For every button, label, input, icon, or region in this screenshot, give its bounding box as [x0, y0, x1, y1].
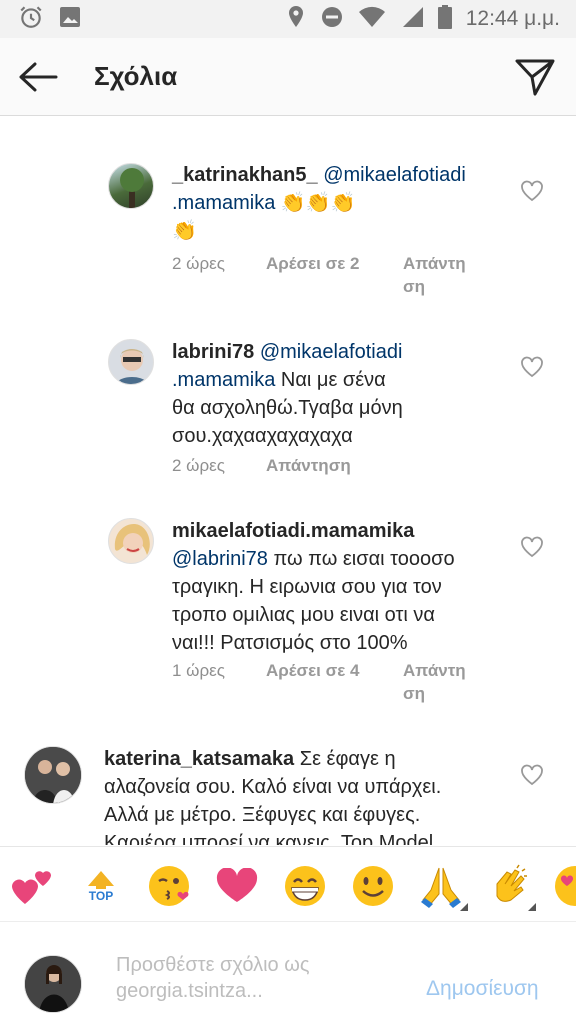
app-header: Σχόλια: [0, 38, 576, 116]
comment-text: Ναι με σένα: [280, 369, 386, 391]
current-user-avatar: [24, 955, 82, 1013]
back-arrow-icon: [19, 62, 58, 91]
comment-text: Σε έφαγε η: [299, 748, 396, 770]
comment-text-line: αλαζονεία σου. Καλό είναι να υπάρχει.: [104, 776, 442, 798]
image-icon: [58, 5, 82, 34]
comment-body: mikaelafotiadi.mamamika @labrini78 πω πω…: [172, 517, 532, 657]
comment-mention-cont[interactable]: .mamamika: [172, 369, 275, 391]
back-button[interactable]: [10, 49, 66, 105]
comment-text-line: τροπο ομιλιας μου ειναι οτι να: [172, 604, 435, 626]
clapping-hands-emoji-button[interactable]: [486, 863, 536, 911]
heart-outline-icon: [521, 356, 543, 378]
variant-indicator: [528, 903, 536, 911]
wifi-icon: [358, 6, 386, 33]
comment-input-placeholder: Προσθέστε σχόλιο ως: [116, 954, 310, 976]
heart-eyes-emoji-button[interactable]: [552, 863, 576, 909]
emoji-quick-bar: TOP: [0, 846, 576, 922]
folded-hands-emoji-button[interactable]: [418, 863, 468, 911]
comment-time: 2 ώρες: [172, 456, 225, 475]
clapping-hands-icon: [496, 864, 527, 902]
avatar[interactable]: [24, 746, 82, 804]
comment-text: 👏👏👏: [280, 192, 356, 214]
top-arrow-icon: [88, 870, 114, 889]
comment-time: 1 ώρες: [172, 661, 225, 680]
comment-username[interactable]: labrini78: [172, 341, 254, 363]
page-title: Σχόλια: [94, 61, 178, 91]
avatar[interactable]: [108, 339, 154, 385]
comments-list[interactable]: _katrinakhan5_ @mikaelafotiadi .mamamika…: [0, 117, 576, 845]
comment-text-line: Καριέρα μπορεί να κανεις. Top Model: [104, 832, 434, 845]
heart-outline-icon: [521, 764, 543, 786]
top-label: TOP: [88, 888, 114, 903]
do-not-disturb-icon: [320, 5, 344, 34]
grinning-face-icon: [285, 866, 325, 906]
kissing-face-icon: [149, 866, 189, 906]
status-bar: 12:44 μ.μ.: [0, 0, 576, 38]
heart-outline-icon: [521, 180, 543, 202]
like-heart-button[interactable]: [518, 533, 546, 561]
comment-text-line: τραγικη. Η ειρωνια σου για τον: [172, 576, 442, 598]
avatar[interactable]: [108, 518, 154, 564]
like-heart-button[interactable]: [518, 761, 546, 789]
signal-icon: [400, 6, 424, 33]
like-heart-button[interactable]: [518, 353, 546, 381]
two-hearts-emoji-button[interactable]: [10, 863, 56, 909]
heart-eyes-face-icon: [555, 866, 576, 906]
comment-text-line: σου.χαχααχαχαχαχα: [172, 425, 353, 447]
kissing-face-emoji-button[interactable]: [146, 863, 192, 909]
comment-body: katerina_katsamaka Σε έφαγε η αλαζονεία …: [104, 745, 524, 845]
comment-text-line: ναι!!! Ρατσισμός στο 100%: [172, 632, 408, 654]
comment-input-placeholder-user: georgia.tsintza...: [116, 980, 263, 1002]
reply-button[interactable]: Απάντηση: [403, 252, 466, 298]
share-button[interactable]: [508, 50, 562, 104]
comment-text-line: θα ασχοληθώ.Τγαβα μόνη: [172, 397, 403, 419]
comment-body: labrini78 @mikaelafotiadi .mamamika Ναι …: [172, 338, 512, 450]
likes-count[interactable]: Αρέσει σε 4: [266, 659, 403, 705]
comment-mention[interactable]: @mikaelafotiadi: [260, 341, 403, 363]
heart-outline-icon: [521, 536, 543, 558]
smiling-face-icon: [353, 866, 393, 906]
comment-mention[interactable]: @mikaelafotiadi: [323, 164, 466, 186]
comment-username[interactable]: katerina_katsamaka: [104, 748, 294, 770]
comment-meta: 2 ώρες Αρέσει σε 2 Απάντη ση: [172, 252, 466, 298]
post-button[interactable]: Δημοσίευση: [426, 977, 539, 1001]
comment-username[interactable]: _katrinakhan5_: [172, 164, 318, 186]
battery-icon: [437, 4, 452, 34]
comment-compose: Προσθέστε σχόλιο ως georgia.tsintza... Δ…: [0, 922, 576, 1024]
comment-input[interactable]: Προσθέστε σχόλιο ως georgia.tsintza...: [116, 952, 396, 1004]
folded-hands-icon: [421, 867, 461, 908]
two-hearts-icon: [12, 871, 51, 904]
comment-username[interactable]: mikaelafotiadi.mamamika: [172, 520, 414, 542]
comment-meta: 1 ώρες Αρέσει σε 4 Απάντη ση: [172, 659, 466, 705]
likes-count[interactable]: Αρέσει σε 2: [266, 252, 403, 298]
comment-meta: 2 ώρες Απάντηση: [172, 454, 351, 477]
heart-icon: [216, 868, 258, 902]
reply-button[interactable]: Απάντηση: [403, 659, 466, 705]
grinning-face-emoji-button[interactable]: [282, 863, 328, 909]
comment-text: πω πω εισαι τοοοσο: [273, 548, 455, 570]
comment-mention[interactable]: @labrini78: [172, 548, 268, 570]
comment-mention-cont[interactable]: .mamamika: [172, 192, 275, 214]
comment-text-line: Αλλά με μέτρο. Ξέφυγες και έφυγες.: [104, 804, 421, 826]
alarm-icon: [18, 4, 44, 35]
comment-body: _katrinakhan5_ @mikaelafotiadi .mamamika…: [172, 161, 512, 245]
comment-text-line: 👏: [172, 220, 197, 242]
variant-indicator: [460, 903, 468, 911]
avatar[interactable]: [108, 163, 154, 209]
smiling-face-emoji-button[interactable]: [350, 863, 396, 909]
like-heart-button[interactable]: [518, 177, 546, 205]
send-icon: [515, 59, 555, 96]
top-emoji-button[interactable]: TOP: [78, 863, 124, 909]
location-icon: [286, 5, 306, 34]
reply-button[interactable]: Απάντηση: [266, 454, 351, 477]
heart-emoji-button[interactable]: [214, 863, 260, 909]
clock-time: 12:44 μ.μ.: [465, 7, 560, 30]
comment-time: 2 ώρες: [172, 254, 225, 273]
